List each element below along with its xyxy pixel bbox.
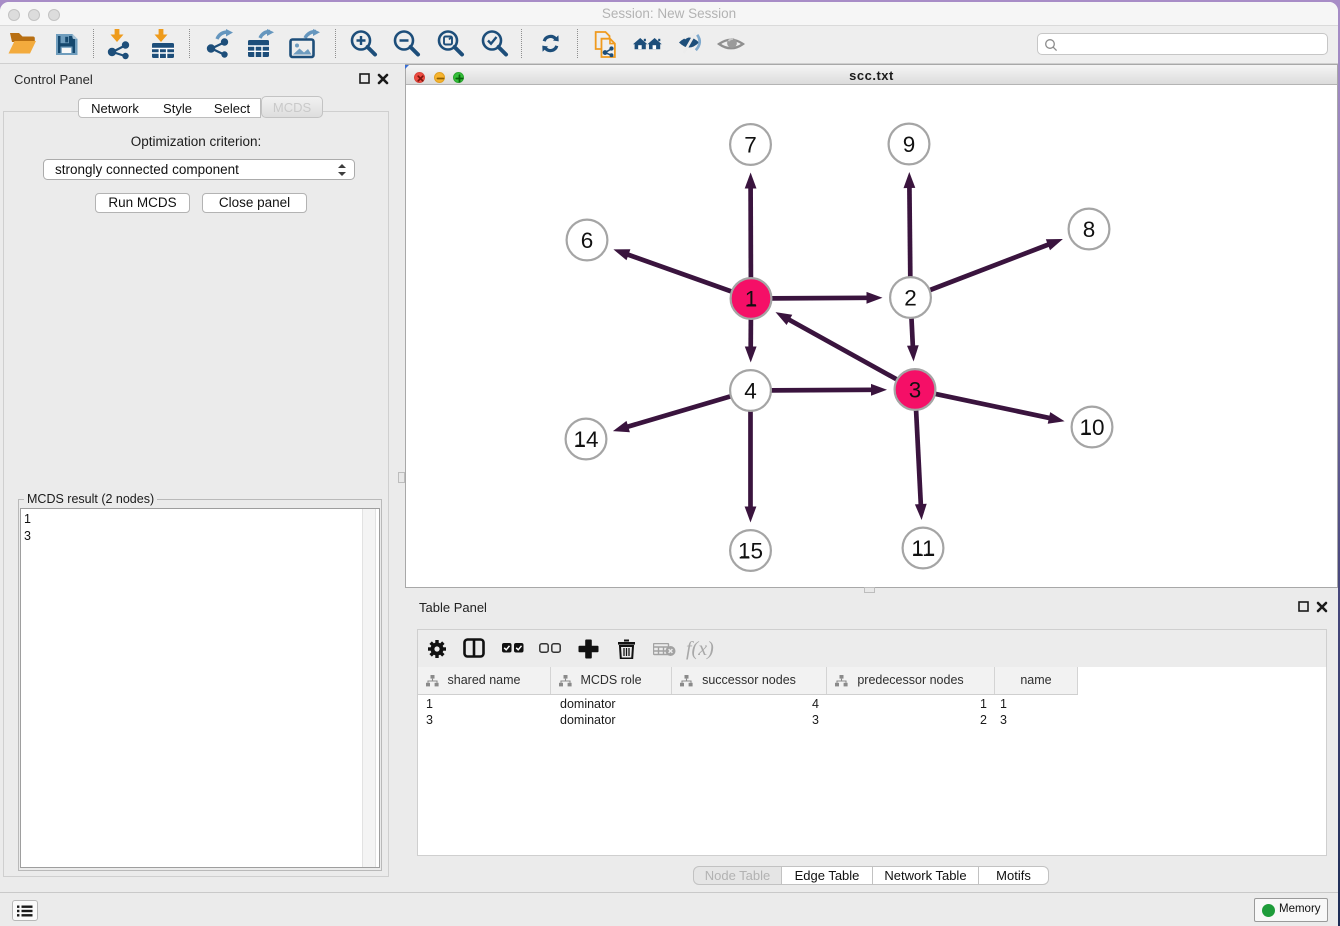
svg-text:6: 6 (581, 228, 594, 253)
svg-text:15: 15 (738, 539, 763, 564)
svg-text:4: 4 (744, 379, 757, 404)
svg-text:7: 7 (744, 133, 757, 158)
svg-text:11: 11 (911, 536, 934, 561)
svg-text:9: 9 (903, 132, 916, 157)
svg-text:2: 2 (904, 286, 917, 311)
svg-text:10: 10 (1079, 415, 1104, 440)
svg-text:8: 8 (1083, 217, 1096, 242)
svg-text:1: 1 (745, 287, 758, 312)
svg-text:14: 14 (573, 427, 598, 452)
svg-text:3: 3 (909, 378, 922, 403)
